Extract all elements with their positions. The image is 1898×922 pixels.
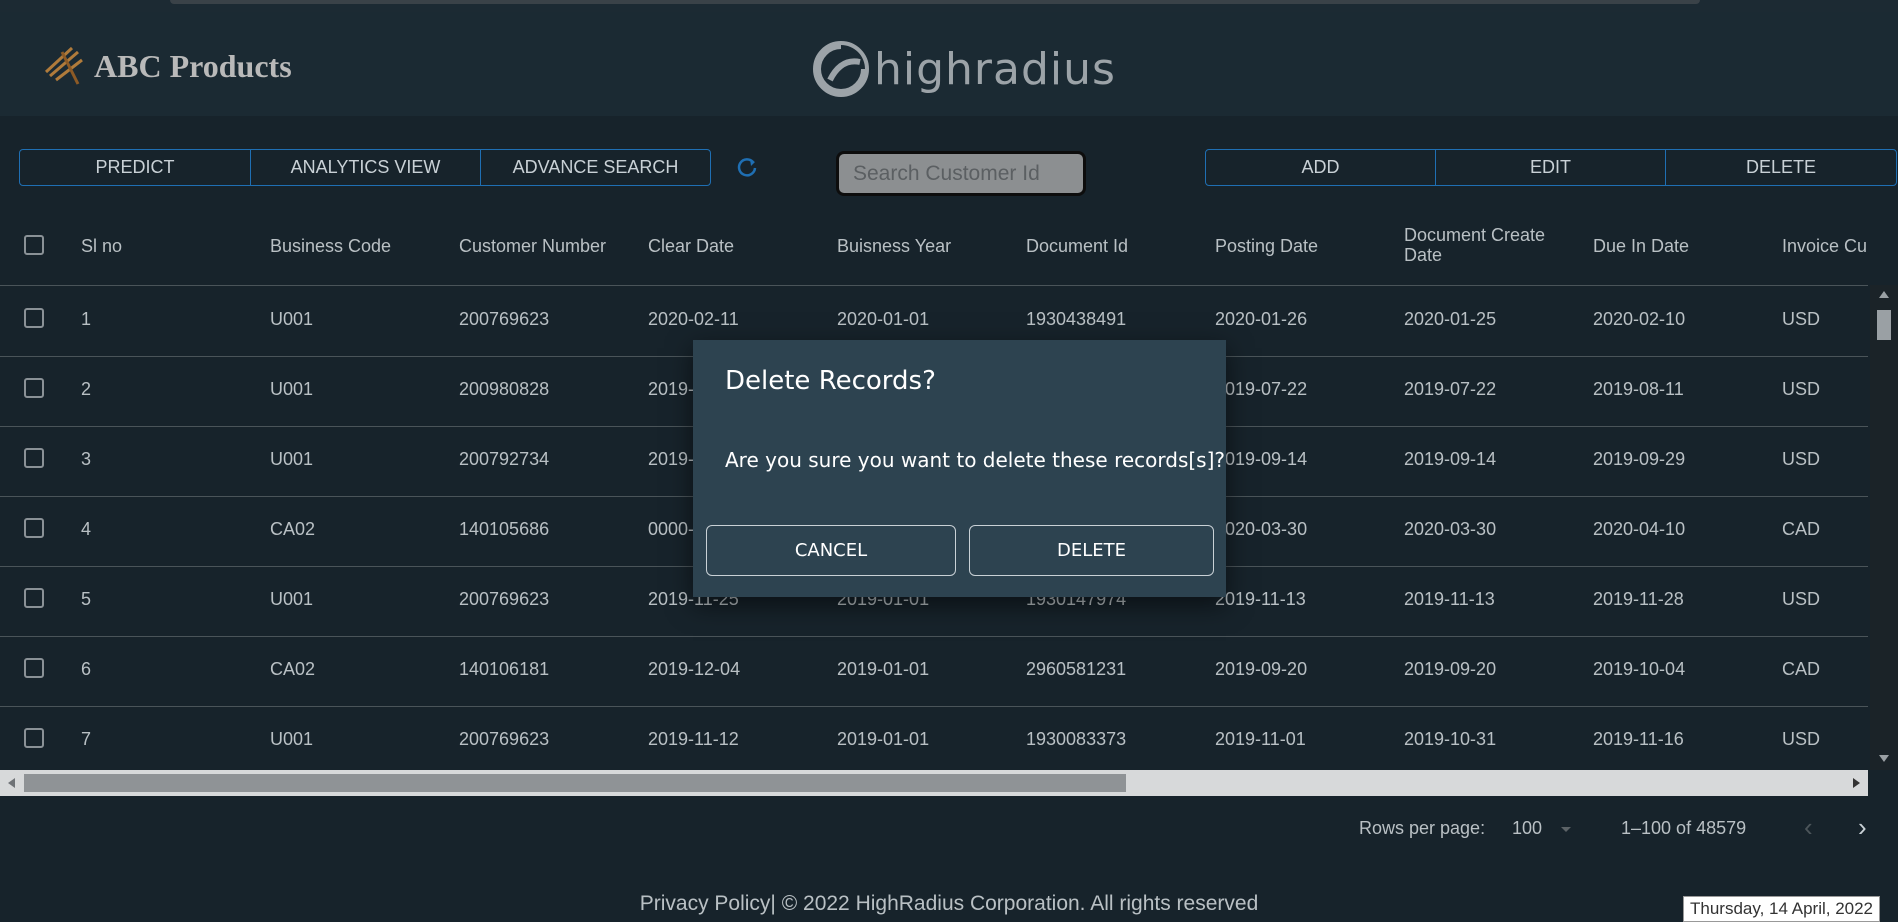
dialog-message: Are you sure you want to delete these re… — [725, 448, 1226, 472]
delete-dialog: Delete Records? Are you sure you want to… — [693, 340, 1226, 597]
dialog-title: Delete Records? — [725, 366, 936, 396]
confirm-delete-button[interactable]: DELETE — [969, 525, 1214, 576]
modal-backdrop: Delete Records? Are you sure you want to… — [0, 0, 1898, 920]
cancel-button[interactable]: CANCEL — [706, 525, 956, 576]
